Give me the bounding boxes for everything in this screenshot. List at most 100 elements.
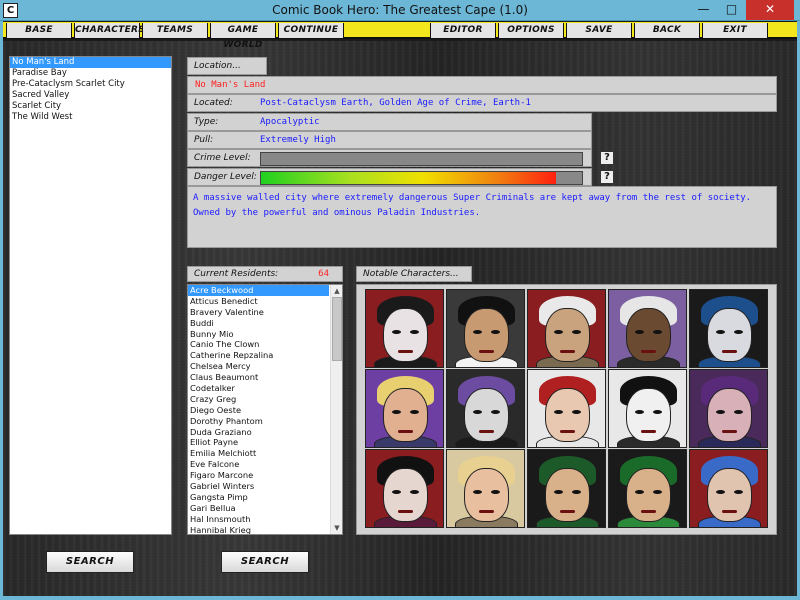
character-portrait[interactable]: [608, 369, 687, 448]
resident-item[interactable]: Catherine Repzalina: [188, 350, 329, 361]
portrait-face: [464, 388, 509, 442]
portrait-eye: [734, 330, 743, 334]
resident-item[interactable]: Canio The Clown: [188, 339, 329, 350]
scroll-thumb[interactable]: [332, 297, 342, 361]
character-portrait[interactable]: [527, 449, 606, 528]
resident-item[interactable]: Emilia Melchiott: [188, 448, 329, 459]
resident-item[interactable]: Figaro Marcone: [188, 470, 329, 481]
close-button[interactable]: ✕: [746, 0, 794, 20]
menu-options[interactable]: OPTIONS: [498, 23, 564, 38]
resident-item[interactable]: Gabriel Winters: [188, 481, 329, 492]
resident-item[interactable]: Elliot Payne: [188, 437, 329, 448]
portrait-eye: [716, 490, 725, 494]
window-border-bottom: [0, 596, 800, 600]
portrait-face: [464, 308, 509, 362]
pull-row: Pull: Extremely High: [187, 131, 592, 149]
portrait-eye: [554, 330, 563, 334]
scroll-down-icon[interactable]: ▼: [331, 522, 342, 534]
character-portrait[interactable]: [608, 289, 687, 368]
portrait-eye: [635, 330, 644, 334]
minimize-button[interactable]: —: [690, 0, 717, 20]
character-portrait[interactable]: [608, 449, 687, 528]
resident-item[interactable]: Claus Beaumont: [188, 372, 329, 383]
portrait-face: [626, 468, 671, 522]
located-row: Located: Post-Cataclysm Earth, Golden Ag…: [187, 94, 777, 112]
crime-level-label: Crime Level:: [194, 153, 251, 163]
resident-item[interactable]: Gangsta Pimp: [188, 492, 329, 503]
resident-item[interactable]: Hal Innsmouth: [188, 514, 329, 525]
portrait-mouth: [560, 430, 575, 433]
scroll-up-icon[interactable]: ▲: [331, 285, 342, 297]
menu-game-world[interactable]: GAME WORLD: [210, 23, 276, 50]
resident-item[interactable]: Dorothy Phantom: [188, 416, 329, 427]
menu-back[interactable]: BACK: [634, 23, 700, 38]
resident-item[interactable]: Buddi: [188, 318, 329, 329]
character-portrait[interactable]: [365, 289, 444, 368]
search-locations-button[interactable]: SEARCH: [46, 551, 134, 573]
character-portrait[interactable]: [527, 289, 606, 368]
location-item[interactable]: Paradise Bay: [10, 68, 171, 79]
residents-scrollbar[interactable]: ▲ ▼: [330, 285, 342, 534]
character-portrait[interactable]: [446, 449, 525, 528]
location-item[interactable]: Scarlet City: [10, 101, 171, 112]
menu-editor[interactable]: EDITOR: [430, 23, 496, 38]
resident-item[interactable]: Bunny Mio: [188, 329, 329, 340]
portrait-face: [626, 388, 671, 442]
character-portrait[interactable]: [446, 369, 525, 448]
resident-item[interactable]: Gari Bellua: [188, 503, 329, 514]
resident-item[interactable]: Atticus Benedict: [188, 296, 329, 307]
character-portrait[interactable]: [689, 289, 768, 368]
residents-list[interactable]: Acre Beckwood Atticus Benedict Bravery Val…: [187, 284, 343, 535]
portrait-eye: [473, 490, 482, 494]
located-value: Post-Cataclysm Earth, Golden Age of Crim…: [260, 98, 531, 108]
portrait-eye: [653, 330, 662, 334]
resident-item[interactable]: Codetalker: [188, 383, 329, 394]
portrait-mouth: [479, 350, 494, 353]
location-item[interactable]: Sacred Valley: [10, 90, 171, 101]
resident-item[interactable]: Eve Falcone: [188, 459, 329, 470]
character-portrait[interactable]: [365, 449, 444, 528]
character-portrait[interactable]: [689, 369, 768, 448]
crime-level-help-icon[interactable]: ?: [600, 151, 614, 165]
portrait-eye: [410, 410, 419, 414]
portrait-face: [383, 308, 428, 362]
menu-save[interactable]: SAVE: [566, 23, 632, 38]
resident-item[interactable]: Bravery Valentine: [188, 307, 329, 318]
portrait-mouth: [722, 430, 737, 433]
portrait-eye: [734, 410, 743, 414]
menu-continue[interactable]: CONTINUE: [278, 23, 344, 38]
character-portrait[interactable]: [365, 369, 444, 448]
menu-characters[interactable]: CHARACTERS: [74, 23, 145, 38]
resident-item[interactable]: Diego Oeste: [188, 405, 329, 416]
maximize-button[interactable]: □: [718, 0, 745, 20]
danger-level-help-icon[interactable]: ?: [600, 170, 614, 184]
resident-item[interactable]: Acre Beckwood: [188, 285, 329, 296]
portrait-mouth: [722, 510, 737, 513]
portrait-eye: [572, 490, 581, 494]
resident-item[interactable]: Crazy Greg: [188, 394, 329, 405]
location-item[interactable]: The Wild West: [10, 112, 171, 123]
search-residents-button[interactable]: SEARCH: [221, 551, 309, 573]
portrait-eye: [491, 490, 500, 494]
menu-exit[interactable]: EXIT: [702, 23, 768, 38]
portrait-eye: [716, 410, 725, 414]
character-portrait[interactable]: [446, 289, 525, 368]
location-list[interactable]: No Man's Land Paradise Bay Pre-Cataclysm…: [9, 56, 172, 535]
location-item[interactable]: No Man's Land: [10, 57, 171, 68]
resident-item[interactable]: Chelsea Mercy: [188, 361, 329, 372]
portrait-mouth: [641, 430, 656, 433]
portrait-eye: [473, 410, 482, 414]
menu-teams[interactable]: TEAMS: [142, 23, 208, 38]
resident-item[interactable]: Duda Graziano: [188, 427, 329, 438]
portrait-eye: [635, 490, 644, 494]
menu-base[interactable]: BASE: [6, 23, 72, 38]
location-item[interactable]: Pre-Cataclysm Scarlet City: [10, 79, 171, 90]
portrait-mouth: [641, 510, 656, 513]
type-label: Type:: [194, 117, 219, 127]
character-portrait[interactable]: [527, 369, 606, 448]
residents-items: Acre Beckwood Atticus Benedict Bravery Val…: [188, 285, 329, 534]
portrait-eye: [392, 410, 401, 414]
character-portrait[interactable]: [689, 449, 768, 528]
portrait-eye: [554, 410, 563, 414]
resident-item[interactable]: Hannibal Krieg: [188, 525, 329, 534]
